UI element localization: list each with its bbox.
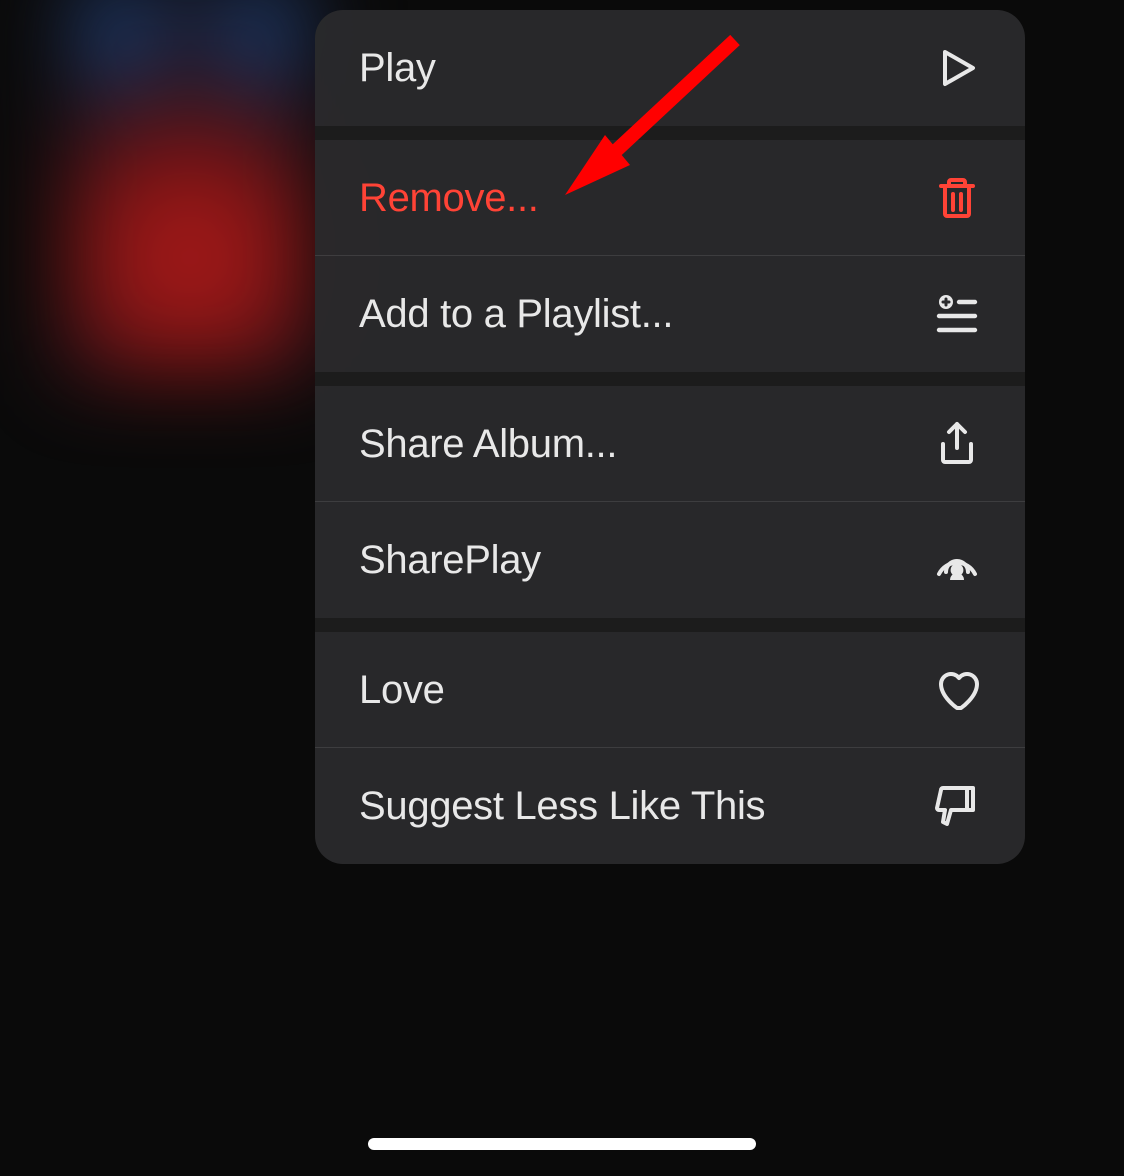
menu-divider — [315, 126, 1025, 140]
shareplay-icon — [933, 536, 981, 584]
heart-icon — [933, 666, 981, 714]
play-icon — [933, 44, 981, 92]
menu-item-add-playlist[interactable]: Add to a Playlist... — [315, 256, 1025, 372]
menu-label: Love — [359, 668, 445, 713]
context-menu: Play Remove... Add to a Playlist... — [315, 10, 1025, 864]
menu-label: SharePlay — [359, 538, 541, 583]
menu-label: Add to a Playlist... — [359, 292, 673, 337]
menu-item-remove[interactable]: Remove... — [315, 140, 1025, 256]
trash-icon — [933, 174, 981, 222]
add-to-playlist-icon — [933, 290, 981, 338]
menu-label: Play — [359, 46, 436, 91]
menu-label: Remove... — [359, 176, 539, 221]
thumbs-down-icon — [933, 782, 981, 830]
share-icon — [933, 420, 981, 468]
menu-item-suggest-less[interactable]: Suggest Less Like This — [315, 748, 1025, 864]
menu-label: Suggest Less Like This — [359, 784, 765, 829]
menu-label: Share Album... — [359, 422, 617, 467]
menu-divider — [315, 618, 1025, 632]
menu-item-share-album[interactable]: Share Album... — [315, 386, 1025, 502]
menu-item-play[interactable]: Play — [315, 10, 1025, 126]
home-indicator[interactable] — [368, 1138, 756, 1150]
menu-item-shareplay[interactable]: SharePlay — [315, 502, 1025, 618]
menu-divider — [315, 372, 1025, 386]
album-artwork — [60, 0, 320, 380]
menu-item-love[interactable]: Love — [315, 632, 1025, 748]
